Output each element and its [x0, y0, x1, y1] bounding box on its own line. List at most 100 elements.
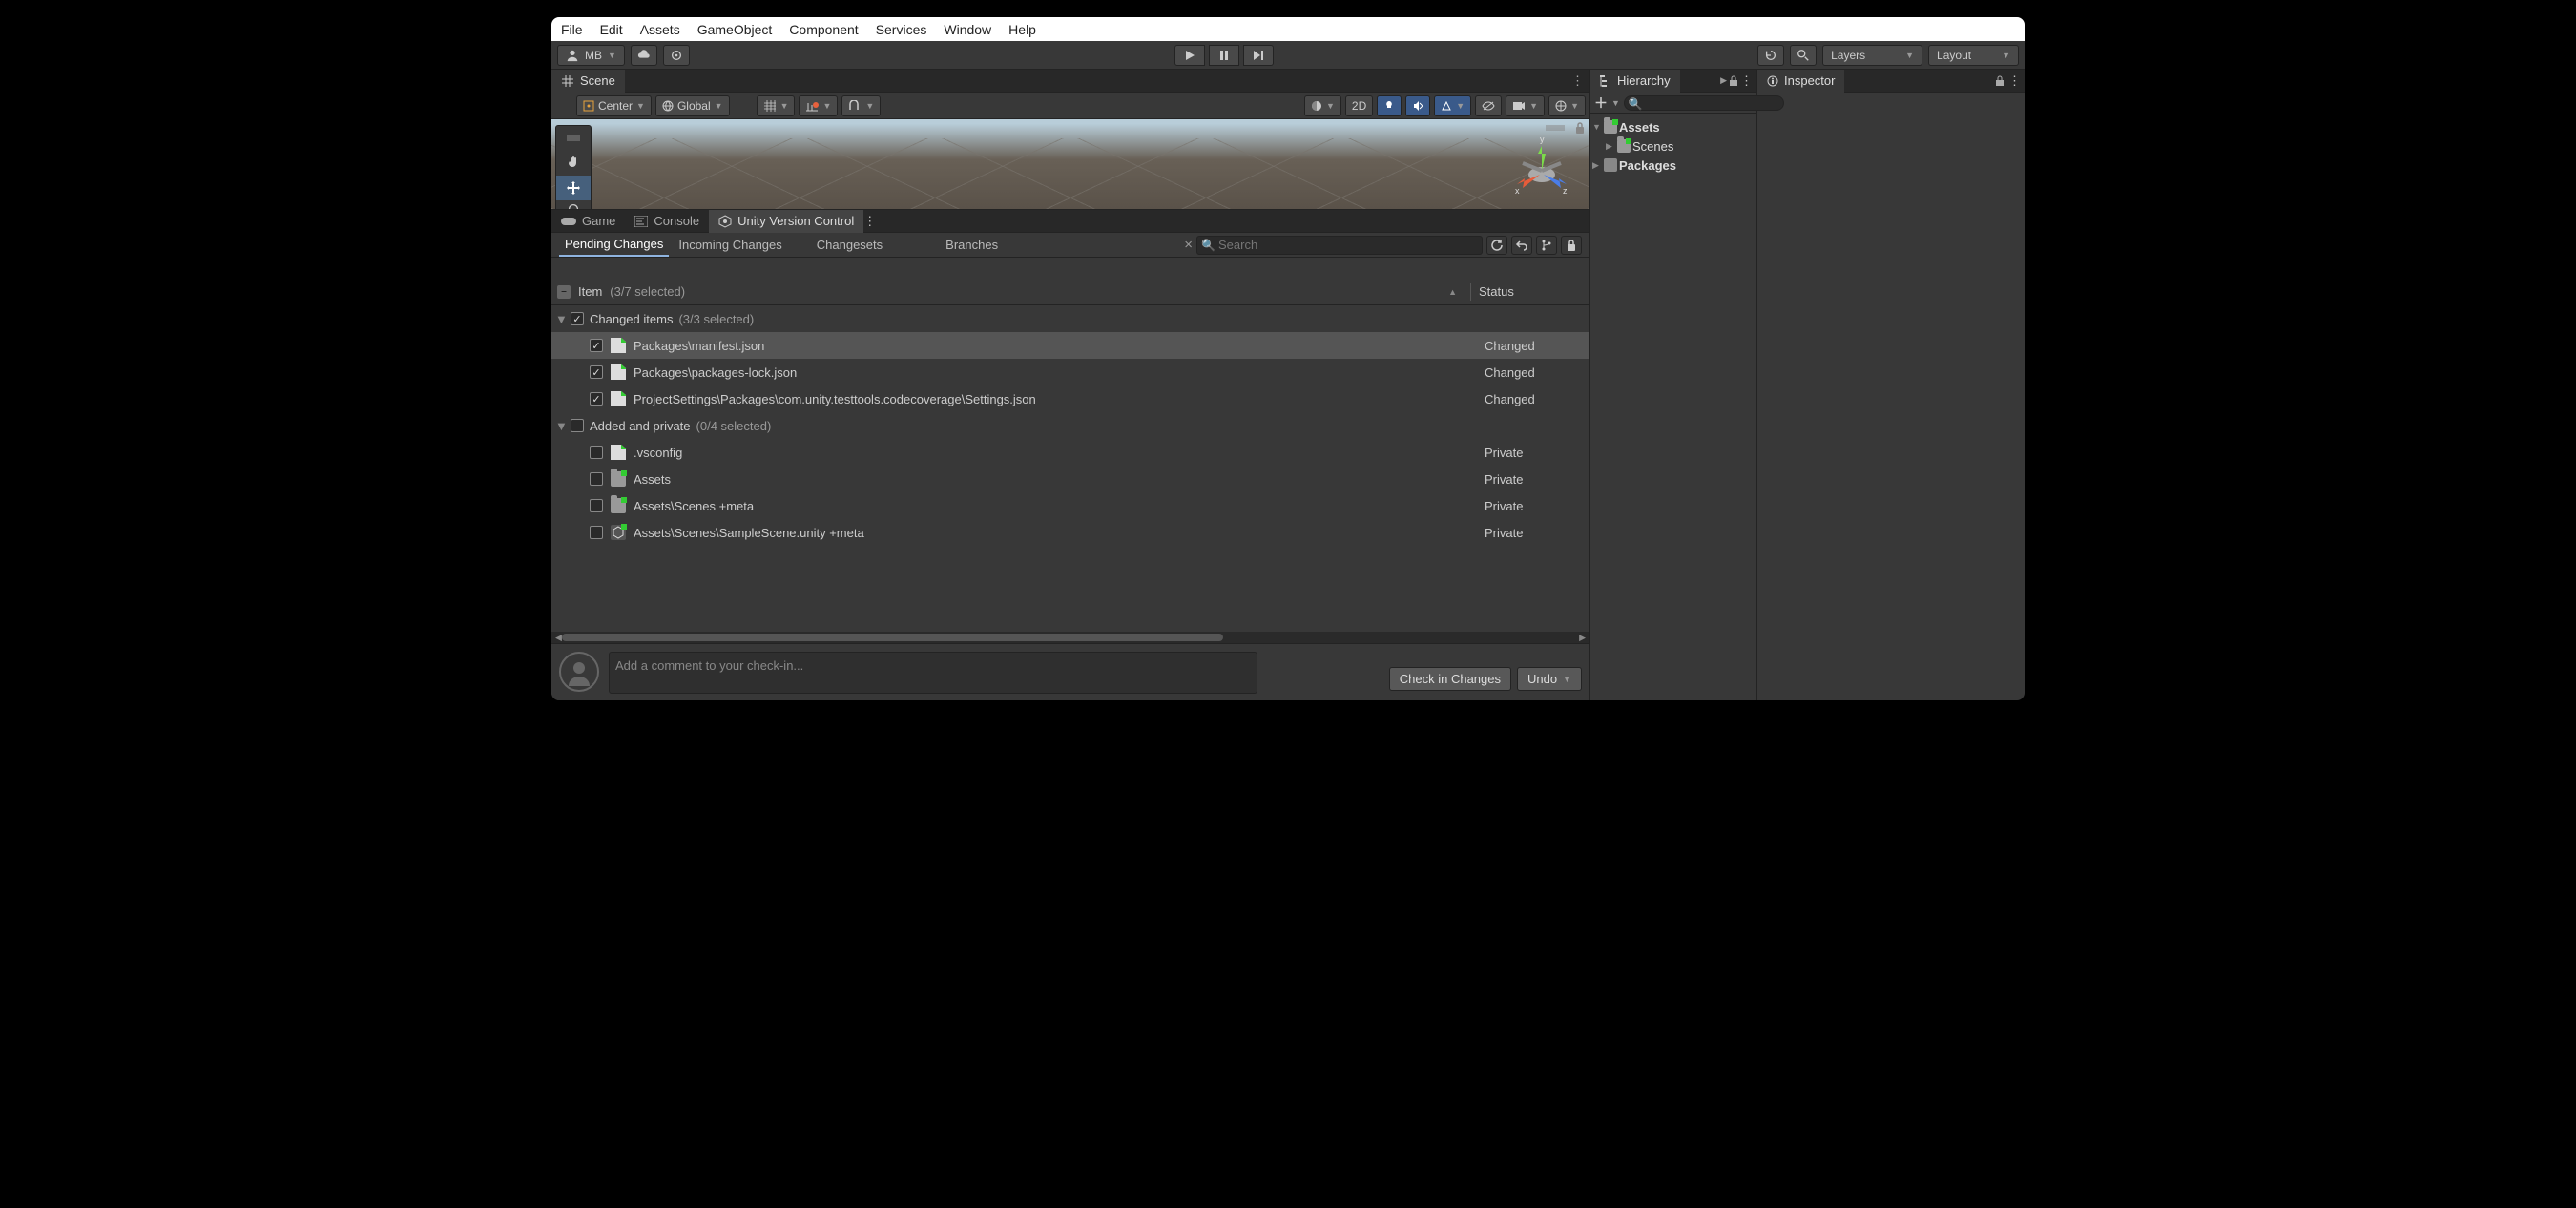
file-row[interactable]: Assets\Scenes\SampleScene.unity +meta Pr…	[551, 519, 1589, 546]
hierarchy-item-scenes[interactable]: ▶Scenes	[1592, 136, 1755, 156]
file-row[interactable]: Packages\packages-lock.json Changed	[551, 359, 1589, 385]
account-button[interactable]: MB ▼	[557, 45, 625, 66]
menu-window[interactable]: Window	[944, 22, 991, 37]
lighting-toggle[interactable]	[1377, 95, 1402, 116]
scroll-right-icon[interactable]: ▶	[1579, 633, 1586, 643]
tab-hierarchy[interactable]: Hierarchy	[1590, 70, 1680, 93]
scroll-left-icon[interactable]: ◀	[555, 633, 562, 643]
play-button[interactable]	[1174, 45, 1205, 66]
row-checkbox[interactable]	[590, 392, 603, 406]
mode-2d-toggle[interactable]: 2D	[1345, 95, 1373, 116]
row-checkbox[interactable]	[590, 365, 603, 379]
drag-handle[interactable]	[556, 126, 591, 151]
subtab-pending[interactable]: Pending Changes	[559, 233, 669, 257]
menu-help[interactable]: Help	[1008, 22, 1036, 37]
snap-increment-button[interactable]: ▼	[799, 95, 838, 116]
file-row[interactable]: ProjectSettings\Packages\com.unity.testt…	[551, 385, 1589, 412]
tab-console[interactable]: Console	[625, 210, 709, 233]
lock-icon[interactable]	[1729, 75, 1738, 87]
gizmos-button[interactable]: ▼	[1548, 95, 1586, 116]
layout-dropdown[interactable]: Layout▼	[1928, 45, 2019, 66]
menu-gameobject[interactable]: GameObject	[697, 22, 773, 37]
checkin-button[interactable]: Check in Changes	[1389, 667, 1511, 691]
inspector-tab-label: Inspector	[1784, 73, 1835, 88]
branch-vc-button[interactable]	[1536, 236, 1557, 255]
undo-vc-button[interactable]	[1511, 236, 1532, 255]
horizontal-scrollbar[interactable]: ◀ ▶	[551, 632, 1589, 643]
expand-icon[interactable]: ▶	[1606, 141, 1615, 152]
create-button[interactable]: ＋	[1594, 94, 1608, 113]
sort-indicator-icon[interactable]: ▲	[1448, 287, 1463, 297]
rotate-tool[interactable]	[556, 200, 591, 210]
layers-dropdown[interactable]: Layers▼	[1822, 45, 1922, 66]
file-row[interactable]: Assets\Scenes +meta Private	[551, 492, 1589, 519]
hierarchy-search-input[interactable]	[1624, 95, 1784, 111]
scene-viewport[interactable]: x y z	[551, 119, 1589, 210]
subtab-changesets[interactable]: Changesets	[811, 234, 888, 256]
group-added[interactable]: ▼ Added and private (0/4 selected)	[551, 412, 1589, 439]
lock-icon[interactable]	[1995, 75, 2005, 87]
refresh-button[interactable]	[1486, 236, 1507, 255]
menu-component[interactable]: Component	[789, 22, 858, 37]
group-checkbox[interactable]	[571, 419, 584, 432]
undo-history-button[interactable]	[1757, 45, 1784, 66]
subtab-incoming[interactable]: Incoming Changes	[673, 234, 787, 256]
row-checkbox[interactable]	[590, 339, 603, 352]
search-input[interactable]	[1196, 236, 1483, 255]
expand-icon[interactable]: ▼	[1592, 122, 1602, 132]
file-row[interactable]: .vsconfig Private	[551, 439, 1589, 466]
group-checkbox[interactable]	[571, 312, 584, 325]
group-changed[interactable]: ▼ Changed items (3/3 selected)	[551, 305, 1589, 332]
snap-toggle[interactable]: ▼	[841, 95, 881, 116]
handle-dropdown[interactable]: Global▼	[655, 95, 730, 116]
lock-vc-button[interactable]	[1561, 236, 1582, 255]
row-checkbox[interactable]	[590, 499, 603, 512]
expand-icon[interactable]: ▶	[1592, 160, 1602, 171]
menu-assets[interactable]: Assets	[640, 22, 680, 37]
tab-options[interactable]: ⋮	[863, 214, 876, 229]
row-checkbox[interactable]	[590, 446, 603, 459]
menu-services[interactable]: Services	[876, 22, 927, 37]
grid-snap-button[interactable]: ▼	[757, 95, 796, 116]
audio-toggle[interactable]	[1405, 95, 1430, 116]
pause-button[interactable]	[1209, 45, 1239, 66]
play-hierarchy-icon[interactable]: ▶	[1720, 75, 1727, 86]
expand-icon[interactable]: ▼	[555, 312, 565, 326]
subtab-branches[interactable]: Branches	[940, 234, 1004, 256]
checkin-comment-input[interactable]: Add a comment to your check-in...	[609, 652, 1257, 694]
select-all-checkbox[interactable]: –	[557, 285, 571, 299]
tab-version-control[interactable]: Unity Version Control	[709, 210, 863, 233]
hand-tool[interactable]	[556, 151, 591, 176]
tab-options[interactable]: ⋮	[2008, 73, 2021, 89]
menu-edit[interactable]: Edit	[600, 22, 623, 37]
tab-options[interactable]: ⋮	[1740, 73, 1753, 89]
row-checkbox[interactable]	[590, 526, 603, 539]
tab-game[interactable]: Game	[551, 210, 625, 233]
fx-toggle[interactable]: ▼	[1434, 95, 1471, 116]
scroll-thumb[interactable]	[562, 634, 1223, 641]
tab-inspector[interactable]: Inspector	[1757, 70, 1844, 93]
file-row[interactable]: Packages\manifest.json Changed	[551, 332, 1589, 359]
step-button[interactable]	[1243, 45, 1274, 66]
undo-button[interactable]: Undo▼	[1517, 667, 1582, 691]
global-search-button[interactable]	[1790, 45, 1817, 66]
tab-options[interactable]: ⋮	[1566, 73, 1589, 89]
menu-file[interactable]: File	[561, 22, 583, 37]
camera-button[interactable]: ▼	[1506, 95, 1545, 116]
col-item-label[interactable]: Item	[578, 284, 602, 299]
clear-search-button[interactable]: ×	[1184, 237, 1193, 253]
hierarchy-item-assets[interactable]: ▼Assets	[1592, 117, 1755, 136]
col-status-label[interactable]: Status	[1479, 284, 1584, 299]
file-row[interactable]: Assets Private	[551, 466, 1589, 492]
row-checkbox[interactable]	[590, 472, 603, 486]
draw-mode-button[interactable]: ▼	[1304, 95, 1341, 116]
pivot-dropdown[interactable]: Center▼	[576, 95, 652, 116]
settings-scope-button[interactable]	[663, 45, 690, 66]
move-tool[interactable]	[556, 176, 591, 200]
expand-icon[interactable]: ▼	[555, 419, 565, 433]
cloud-button[interactable]	[631, 45, 657, 66]
tab-scene[interactable]: Scene	[551, 70, 625, 93]
orientation-gizmo[interactable]: x y z	[1504, 129, 1580, 205]
hidden-toggle[interactable]	[1475, 95, 1502, 116]
hierarchy-item-packages[interactable]: ▶Packages	[1592, 156, 1755, 175]
